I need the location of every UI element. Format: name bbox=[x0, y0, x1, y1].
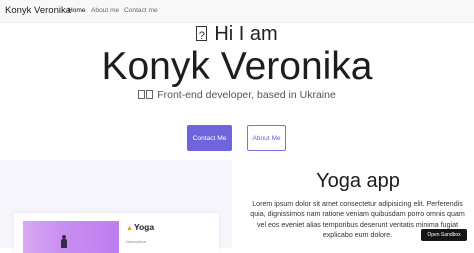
project-card-image bbox=[23, 221, 119, 253]
project-card-title: ▲Yoga bbox=[126, 222, 154, 234]
hero-subtitle: Front-end developer, based in Ukraine bbox=[0, 89, 474, 102]
yoga-figure-image bbox=[60, 235, 68, 248]
missing-glyph-icon bbox=[196, 24, 208, 48]
hero-greeting-text: Hi I am bbox=[214, 23, 278, 45]
navbar: Konyk Veronika Home About me Contact me bbox=[0, 0, 474, 23]
project-card-description-label: Description bbox=[126, 239, 147, 244]
missing-glyph-icon bbox=[138, 90, 146, 99]
missing-glyph-icon bbox=[146, 90, 154, 99]
hero-subtitle-text: Front-end developer, based in Ukraine bbox=[157, 89, 336, 101]
nav-link-contact[interactable]: Contact me bbox=[124, 7, 158, 14]
nav-link-about[interactable]: About me bbox=[91, 7, 119, 14]
project-card-title-text: Yoga bbox=[133, 222, 155, 232]
hero-name: Konyk Veronika bbox=[101, 45, 373, 88]
about-me-button[interactable]: About Me bbox=[247, 125, 286, 151]
yoga-pose-icon: ▲ bbox=[126, 225, 133, 232]
contact-me-button[interactable]: Contact Me bbox=[187, 125, 232, 151]
brand-logo[interactable]: Konyk Veronika bbox=[5, 5, 71, 16]
open-sandbox-button[interactable]: Open Sandbox bbox=[421, 229, 467, 241]
nav-link-home[interactable]: Home bbox=[68, 7, 86, 14]
project-title: Yoga app bbox=[316, 170, 400, 192]
